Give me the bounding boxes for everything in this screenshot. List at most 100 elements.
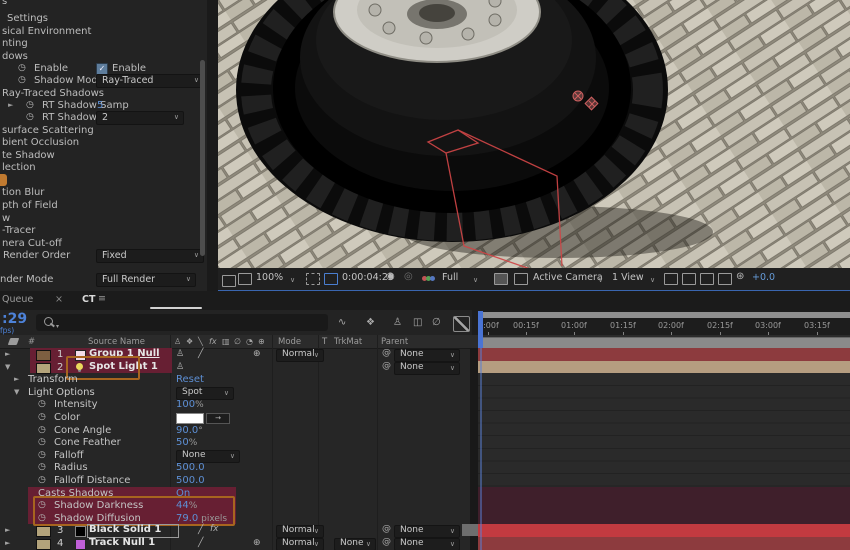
frame-blending-icon[interactable]: ◫ xyxy=(413,317,422,328)
column-mode[interactable]: Mode xyxy=(278,337,301,347)
property-label[interactable]: Intensity xyxy=(54,399,98,410)
3d-column-icon[interactable]: ⊕ xyxy=(258,337,265,346)
collapse-column-icon[interactable]: ❖ xyxy=(186,337,193,346)
layer-name[interactable]: Black Solid 1 xyxy=(89,524,161,535)
draft-3d-icon[interactable]: ❖ xyxy=(366,317,375,328)
hide-shy-layers-icon[interactable]: ♙ xyxy=(393,317,402,328)
eyedropper-icon[interactable]: → xyxy=(206,413,230,424)
tab-composition[interactable]: CT xyxy=(82,294,95,305)
stopwatch-icon[interactable]: ◷ xyxy=(38,437,46,447)
column-parent[interactable]: Parent xyxy=(381,337,408,347)
snapshot-camera-icon[interactable]: ◉ xyxy=(386,271,395,282)
transparency-grid-icon[interactable] xyxy=(514,273,528,285)
column-t[interactable]: T xyxy=(322,337,327,347)
parent-dropdown[interactable]: None ∨ xyxy=(394,538,460,550)
pickwhip-icon[interactable]: @ xyxy=(382,348,391,358)
property-row[interactable]: ◷ Intensity 100% xyxy=(0,398,478,411)
column-source-name[interactable]: Source Name xyxy=(88,337,145,347)
property-label[interactable]: Cone Feather xyxy=(54,437,121,448)
reset-link[interactable]: Reset xyxy=(176,374,204,385)
expand-icon[interactable]: ► xyxy=(5,539,10,547)
composition-viewport[interactable] xyxy=(218,0,850,271)
property-row[interactable]: ◷ Radius 500.0 xyxy=(0,461,478,474)
setting-value[interactable]: 5 xyxy=(97,100,103,111)
label-color-chip[interactable] xyxy=(36,539,51,550)
pickwhip-icon[interactable]: @ xyxy=(382,524,391,534)
channel-blue-icon[interactable] xyxy=(430,276,435,281)
collapse-icon[interactable]: ▼ xyxy=(5,363,10,371)
color-swatch[interactable] xyxy=(176,413,204,424)
shy-column-icon[interactable]: ♙ xyxy=(174,337,181,346)
target-region-icon[interactable] xyxy=(494,273,508,285)
adjust-exposure-icon[interactable]: ⊛ xyxy=(736,271,744,282)
current-time-display[interactable]: :29 xyxy=(2,311,27,327)
timeline-nav-icon[interactable] xyxy=(718,273,732,285)
view-layout-select[interactable]: 1 View xyxy=(612,272,644,283)
column-number[interactable]: # xyxy=(28,337,35,347)
monitor-icon[interactable] xyxy=(238,273,252,285)
fx-column-icon[interactable]: fx xyxy=(209,337,217,346)
expand-icon[interactable]: ► xyxy=(8,101,13,109)
playhead-marker[interactable] xyxy=(478,311,483,348)
layer-name[interactable]: Track Null 1 xyxy=(89,537,155,548)
stopwatch-icon[interactable]: ◷ xyxy=(26,100,34,110)
work-area-bar[interactable] xyxy=(481,337,850,348)
property-row[interactable]: ◷ Color → xyxy=(0,411,478,424)
label-color-chip[interactable] xyxy=(36,350,51,361)
property-label[interactable]: Radius xyxy=(54,462,88,473)
motion-blur-icon[interactable]: ∅ xyxy=(432,317,441,328)
expand-icon[interactable]: ► xyxy=(5,526,10,534)
pickwhip-icon[interactable]: @ xyxy=(382,361,391,371)
property-label[interactable]: Falloff xyxy=(54,450,84,461)
magnification-value[interactable]: 100% xyxy=(256,272,283,283)
property-row[interactable]: ◷ Falloff Distance 500.0 xyxy=(0,474,478,487)
layer-bar-group-null[interactable] xyxy=(478,348,850,361)
work-area-bar-top[interactable] xyxy=(481,312,850,318)
value-number[interactable]: 90.0 xyxy=(176,425,198,436)
rt-multi-dropdown[interactable]: 2 ∨ xyxy=(96,111,184,125)
property-label[interactable]: Falloff Distance xyxy=(54,475,130,486)
stopwatch-icon[interactable]: ◷ xyxy=(18,63,26,73)
property-group-label[interactable]: Transform xyxy=(28,374,78,385)
multi-view-icon[interactable] xyxy=(222,275,236,287)
pickwhip-icon[interactable]: @ xyxy=(382,537,391,547)
property-row[interactable]: ◷ Cone Feather 50% xyxy=(0,436,478,449)
property-value[interactable]: 500.0 xyxy=(176,462,205,473)
property-value[interactable]: 90.0° xyxy=(176,425,203,436)
resolution-select[interactable]: Full xyxy=(442,272,458,283)
shy-icon[interactable]: ♙ xyxy=(176,349,184,359)
shy-icon[interactable]: ♙ xyxy=(176,362,184,372)
trkmat-dropdown[interactable]: None ∨ xyxy=(334,538,376,550)
quality-icon[interactable]: ╱ xyxy=(198,538,203,548)
property-group-label[interactable]: Light Options xyxy=(28,387,95,398)
camera-select[interactable]: Active Camera xyxy=(533,272,603,283)
stopwatch-icon[interactable]: ◷ xyxy=(38,412,46,422)
share-view-icon[interactable] xyxy=(664,273,678,285)
quality-icon[interactable]: ╱ xyxy=(198,349,203,359)
shadow-mode-dropdown[interactable]: Ray-Traced ∨ xyxy=(96,74,204,88)
label-color-chip[interactable] xyxy=(36,526,51,537)
chevron-down-icon[interactable]: ∨ xyxy=(650,276,846,284)
property-value[interactable]: 100% xyxy=(176,399,204,410)
stopwatch-icon[interactable]: ◷ xyxy=(38,399,46,409)
mode-dropdown[interactable]: Normal ∨ xyxy=(276,538,324,550)
layer-bar-black-solid[interactable] xyxy=(478,524,850,537)
property-group-row[interactable]: ► Transform Reset xyxy=(0,373,478,386)
search-input[interactable]: ▾ xyxy=(36,314,328,331)
settings-scrollbar[interactable] xyxy=(200,60,205,256)
layer-bar-spot-light[interactable] xyxy=(478,361,850,373)
stopwatch-icon[interactable]: ◷ xyxy=(38,450,46,460)
property-value[interactable]: 500.0 xyxy=(176,475,205,486)
property-label[interactable]: Cone Angle xyxy=(54,425,111,436)
expand-icon[interactable]: ► xyxy=(14,375,19,383)
adjustment-column-icon[interactable]: ◔ xyxy=(246,337,253,346)
stopwatch-icon[interactable]: ◷ xyxy=(38,475,46,485)
value-number[interactable]: 50 xyxy=(176,437,189,448)
stopwatch-icon[interactable]: ◷ xyxy=(18,75,26,85)
panel-divider[interactable] xyxy=(207,0,218,291)
label-column-icon[interactable] xyxy=(7,338,20,345)
stopwatch-icon[interactable]: ◷ xyxy=(38,462,46,472)
collapse-icon[interactable]: ▼ xyxy=(14,388,19,396)
motionblur-column-icon[interactable]: ∅ xyxy=(234,337,241,346)
layer-row[interactable]: ► 4 Track Null 1 ╱ ⊕ Normal ∨ None ∨ @ Non… xyxy=(0,537,478,550)
